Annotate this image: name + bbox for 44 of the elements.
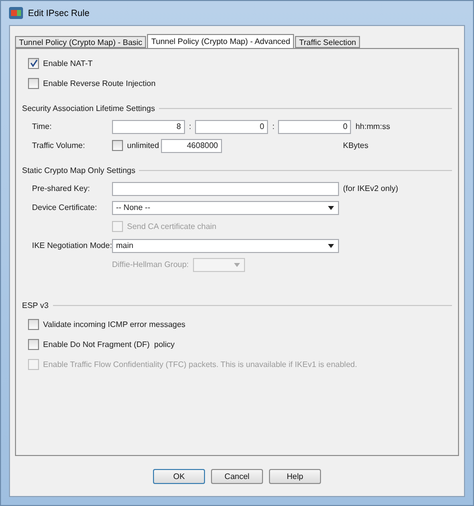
field-label: Diffie-Hellman Group: — [112, 260, 189, 269]
input-field[interactable]: 0 — [278, 120, 352, 134]
caret-icon — [234, 262, 240, 266]
checkbox[interactable] — [28, 78, 39, 88]
dropdown[interactable]: -- None -- — [112, 200, 339, 214]
tab[interactable]: Tunnel Policy (Crypto Map) - Advanced — [147, 34, 294, 48]
section-title: ESP v3 — [22, 300, 49, 310]
tab[interactable]: Traffic Selection — [295, 36, 360, 48]
checkbox-label: Enable NAT-T — [43, 58, 93, 68]
input-field[interactable] — [112, 182, 339, 196]
caret-icon — [328, 206, 334, 210]
caret-icon — [328, 244, 334, 248]
dropdown[interactable]: main — [112, 238, 339, 252]
hint-text: (for IKEv2 only) — [343, 184, 398, 193]
section-title: Static Crypto Map Only Settings — [22, 166, 136, 174]
window-title: Edit IPsec Rule — [28, 8, 90, 18]
checkbox-label: Enable Do Not Fragment (DF) policy — [43, 340, 175, 348]
checkbox[interactable] — [112, 140, 123, 151]
field-label: Device Certificate: — [32, 203, 98, 212]
separator: : — [272, 122, 274, 131]
checkbox[interactable] — [28, 58, 39, 68]
unit-label: KBytes — [343, 141, 368, 150]
dialog-button[interactable]: OK — [153, 468, 205, 484]
checkbox-label: Validate incoming ICMP error messages — [43, 320, 186, 328]
dialog-button[interactable]: Help — [269, 468, 321, 484]
checkbox-label: Enable Traffic Flow Confidentiality (TFC) packets. This is unavailable if IKEv1 is enabled. — [43, 360, 358, 368]
app-icon — [9, 7, 23, 19]
tab[interactable]: Tunnel Policy (Crypto Map) - Basic — [15, 36, 146, 48]
input-field[interactable]: 8 — [112, 120, 185, 134]
dialog-button[interactable]: Cancel — [211, 468, 263, 484]
checkbox-label: Enable Reverse Route Injection — [43, 78, 156, 88]
input-field[interactable]: 4608000 — [161, 138, 222, 152]
checkmark-icon — [30, 59, 38, 67]
field-label: Traffic Volume: — [32, 141, 86, 150]
field-label: Time: — [32, 122, 53, 131]
input-field[interactable]: 0 — [195, 120, 268, 134]
checkbox-label: Send CA certificate chain — [127, 222, 216, 231]
checkbox-label: unlimited — [127, 141, 157, 150]
checkbox[interactable] — [28, 318, 39, 330]
separator: : — [189, 122, 192, 131]
field-label: Pre-shared Key: — [32, 184, 91, 193]
unit-label: hh:mm:ss — [355, 122, 390, 131]
section-title: Security Association Lifetime Settings — [22, 104, 155, 112]
checkbox[interactable] — [28, 338, 39, 350]
